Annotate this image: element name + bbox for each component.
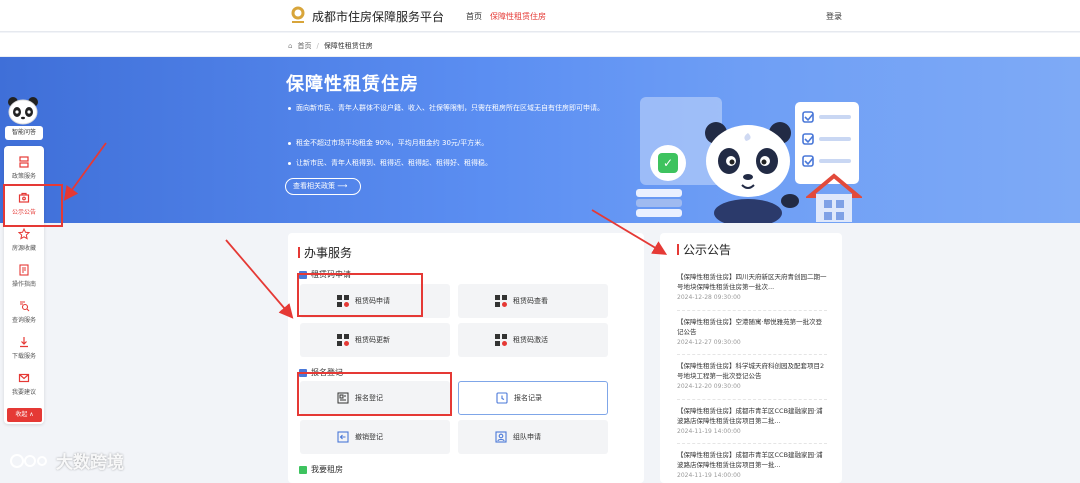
sidebar-item-download[interactable]: 下载服务 bbox=[4, 336, 44, 360]
nav-affordable-rental[interactable]: 保障性租赁住房 bbox=[490, 11, 546, 22]
download-icon bbox=[20, 337, 28, 348]
divider bbox=[677, 310, 827, 311]
undo-icon bbox=[336, 431, 349, 444]
divider bbox=[677, 354, 827, 355]
bullet-dot-icon bbox=[288, 141, 291, 145]
banner-bullet: 租金不超过市场平均租金 90%，平均月租金约 30元/平方米。 bbox=[288, 137, 608, 149]
banner-title: 保障性租赁住房 bbox=[286, 74, 419, 95]
announcement-item[interactable]: 【保障性租赁住房】成都市青羊区CCB建融家园·浦波路店保障性租赁住房项目第一批.… bbox=[677, 450, 827, 481]
top-header: 成都市住房保障服务平台 首页 保障性租赁住房 登录 bbox=[0, 0, 1080, 32]
view-policy-button[interactable]: 查看相关政策 ⟶ bbox=[285, 178, 361, 195]
mail-icon bbox=[18, 373, 30, 383]
guide-icon bbox=[19, 264, 29, 276]
tile-registration-records[interactable]: 报名记录 bbox=[458, 381, 608, 415]
team-icon bbox=[494, 431, 507, 444]
sidebar-item-label: 房源收藏 bbox=[11, 245, 36, 252]
bullet-dot-icon bbox=[288, 106, 291, 110]
announcements-card: 公示公告 【保障性租赁住房】四川天府新区天府青创园二期一号地块保障性租赁住房第一… bbox=[660, 233, 842, 483]
policy-icon bbox=[19, 156, 29, 168]
breadcrumb-bar: ⌂ 首页 / 保障性租赁住房 bbox=[0, 33, 1080, 57]
collapse-button[interactable]: 收起 ∧ bbox=[7, 408, 42, 422]
sidebar-item-suggestion[interactable]: 我要建议 bbox=[4, 372, 44, 396]
sidebar-item-label: 下载服务 bbox=[11, 353, 36, 360]
tile-rental-code-activate[interactable]: 租赁码激活 bbox=[458, 323, 608, 357]
highlight-box bbox=[297, 273, 423, 317]
shield-check-icon: ✓ bbox=[650, 145, 686, 181]
announcement-item[interactable]: 【保障性租赁住房】成都市青羊区CCB建融家园·浦波路店保障性租赁住房项目第二批.… bbox=[677, 406, 827, 437]
clock-icon bbox=[495, 392, 508, 405]
breadcrumb: ⌂ 首页 / 保障性租赁住房 bbox=[288, 41, 373, 51]
house-group-icon bbox=[299, 465, 307, 474]
qrcode-icon bbox=[494, 334, 507, 347]
books-icon bbox=[636, 189, 682, 217]
star-icon bbox=[18, 228, 30, 240]
announcement-item[interactable]: 【保障性租赁住房】科学城天府科创园及配套项目2号地块工程第一批次登记公告 202… bbox=[677, 361, 827, 392]
sidebar-item-query[interactable]: 查询服务 bbox=[4, 300, 44, 324]
qrcode-icon bbox=[336, 334, 349, 347]
announcement-date: 2024-11-19 14:00:00 bbox=[677, 428, 741, 435]
panda-mascot-icon bbox=[705, 122, 799, 223]
highlight-box bbox=[3, 184, 63, 227]
nav-home[interactable]: 首页 bbox=[466, 11, 482, 22]
banner-bullet: 面向新市民、青年人群体不设户籍、收入、社保等限制，只需在租房所在区域无自有住房即… bbox=[288, 102, 608, 114]
qrcode-icon bbox=[494, 295, 507, 308]
tile-rental-code-update[interactable]: 租赁码更新 bbox=[300, 323, 450, 357]
highlight-box bbox=[297, 372, 452, 416]
login-link[interactable]: 登录 bbox=[826, 11, 842, 22]
sidebar-item-label: 政策服务 bbox=[11, 173, 36, 180]
house-icon bbox=[806, 173, 862, 222]
announcement-item[interactable]: 【保障性租赁住房】四川天府新区天府青创园二期一号地块保障性租赁住房第一批次...… bbox=[677, 272, 827, 303]
breadcrumb-separator: / bbox=[316, 42, 319, 50]
watermark-logo-icon bbox=[10, 453, 47, 468]
tile-rental-code-view[interactable]: 租赁码查看 bbox=[458, 284, 608, 318]
site-logo[interactable] bbox=[288, 5, 308, 25]
home-icon[interactable]: ⌂ bbox=[288, 42, 292, 50]
announcement-date: 2024-12-20 09:30:00 bbox=[677, 383, 741, 390]
sidebar-item-label: 查询服务 bbox=[11, 317, 36, 324]
announcement-date: 2024-12-28 09:30:00 bbox=[677, 294, 741, 301]
announcement-date: 2024-12-27 09:30:00 bbox=[677, 339, 741, 346]
services-card: 办事服务 租赁码申请 租赁码申请 租赁码查看 租赁码更新 租赁码激活 报名登记 … bbox=[288, 233, 644, 483]
panda-assistant-icon[interactable] bbox=[6, 96, 40, 126]
sidebar-item-favorites[interactable]: 房源收藏 bbox=[4, 228, 44, 252]
site-title[interactable]: 成都市住房保障服务平台 bbox=[312, 8, 444, 25]
bullet-dot-icon bbox=[288, 161, 291, 165]
announcement-item[interactable]: 【保障性租赁住房】空港随寓·郫悦雅苑第一批次登记公告 2024-12-27 09… bbox=[677, 317, 827, 348]
services-title: 办事服务 bbox=[298, 244, 352, 261]
banner-bullet: 让新市民、青年人租得到、租得近、租得起、租得好、租得稳。 bbox=[288, 157, 608, 169]
divider bbox=[677, 443, 827, 444]
sidebar-item-guide[interactable]: 操作指南 bbox=[4, 264, 44, 288]
breadcrumb-current: 保障性租赁住房 bbox=[323, 42, 373, 50]
announcement-date: 2024-11-19 14:00:00 bbox=[677, 472, 741, 479]
sidebar-item-label: 操作指南 bbox=[11, 281, 36, 288]
tile-cancel-registration[interactable]: 撤销登记 bbox=[300, 420, 450, 454]
tile-team-application[interactable]: 组队申请 bbox=[458, 420, 608, 454]
breadcrumb-home[interactable]: 首页 bbox=[297, 41, 311, 51]
watermark: 大数跨境 bbox=[8, 448, 124, 473]
search-icon bbox=[20, 301, 30, 312]
sidebar-item-policy[interactable]: 政策服务 bbox=[4, 156, 44, 180]
divider bbox=[677, 399, 827, 400]
hero-banner: 保障性租赁住房 面向新市民、青年人群体不设户籍、收入、社保等限制，只需在租房所在… bbox=[0, 57, 1080, 223]
group-rent-house: 我要租房 bbox=[299, 464, 343, 475]
sidebar-item-label: 我要建议 bbox=[11, 389, 36, 396]
announcements-title: 公示公告 bbox=[677, 241, 731, 258]
smart-qa-label[interactable]: 智能问答 bbox=[5, 126, 43, 140]
